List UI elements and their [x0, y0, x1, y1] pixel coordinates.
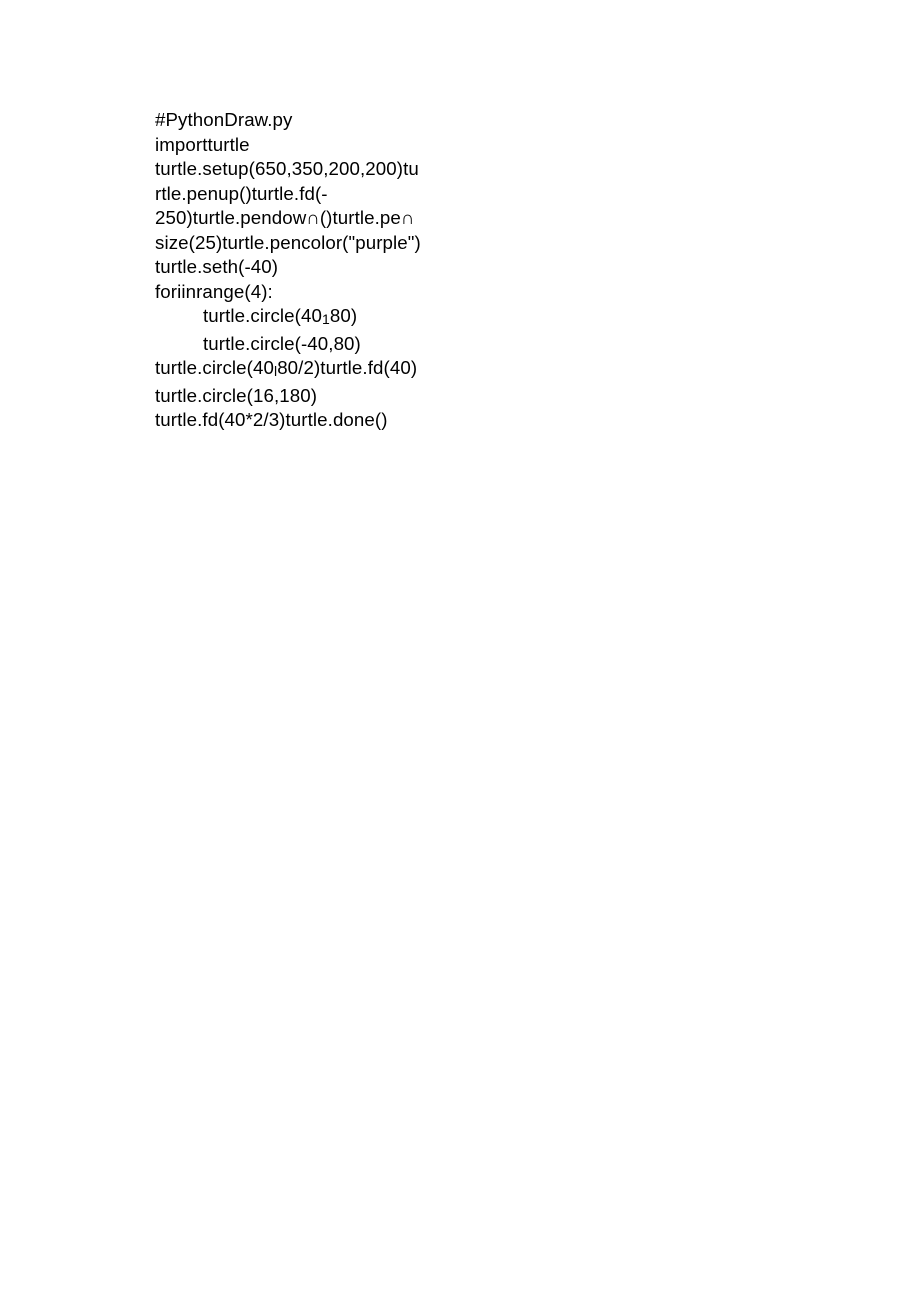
text-fragment: 80/2)turtle.fd(40): [277, 357, 417, 378]
code-line: turtle.circle(40l80/2)turtle.fd(40): [155, 356, 460, 384]
code-line: #PythonDraw.py: [155, 108, 460, 133]
text-fragment: turtle.circle(40: [155, 357, 274, 378]
code-line: importturtle: [155, 133, 460, 158]
code-line: turtle.setup(650,350,200,200)tu: [155, 157, 460, 182]
document-page: #PythonDraw.py importturtle turtle.setup…: [0, 0, 920, 433]
text-fragment: 1: [322, 311, 330, 327]
code-line: turtle.seth(-40): [155, 255, 460, 280]
code-line: turtle.circle(40180): [155, 304, 460, 332]
code-line: rtle.penup()turtle.fd(-: [155, 182, 460, 207]
code-line: 250)turtle.pendow∩()turtle.pe∩: [155, 206, 460, 231]
text-fragment: 80): [330, 305, 357, 326]
code-line: foriinrange(4):: [155, 280, 460, 305]
code-block: #PythonDraw.py importturtle turtle.setup…: [155, 108, 460, 433]
code-line: turtle.fd(40*2/3)turtle.done(): [155, 408, 460, 433]
code-line: turtle.circle(16,180): [155, 384, 460, 409]
text-fragment: turtle.circle(40: [203, 305, 322, 326]
code-line: turtle.circle(-40,80): [155, 332, 460, 357]
code-line: size(25)turtle.pencolor("purple"): [155, 231, 460, 256]
